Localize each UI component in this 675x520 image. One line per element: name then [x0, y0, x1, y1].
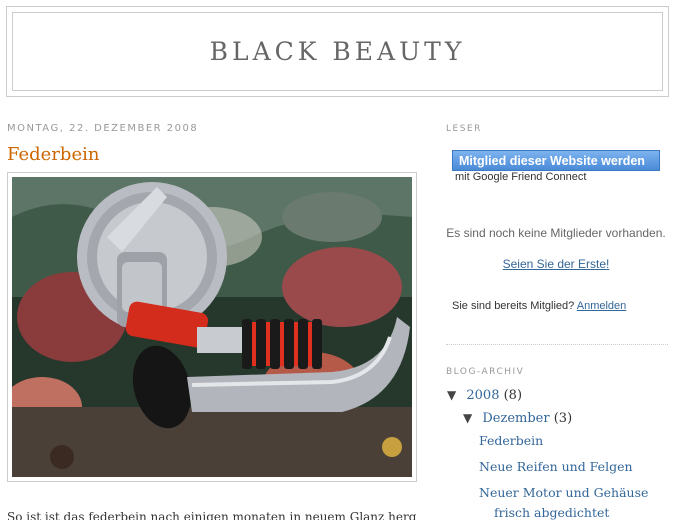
month-toggle-icon[interactable]: ▼ — [463, 411, 472, 425]
join-site-button[interactable]: Mitglied dieser Website werden — [452, 150, 660, 171]
google-friend-connect-label: mit Google Friend Connect — [455, 171, 587, 183]
archive-year-link[interactable]: 2008 — [466, 388, 499, 403]
archive-post-link[interactable]: Neuer Motor und Gehäuse — [479, 483, 648, 503]
archive-post-link-continuation[interactable]: frisch abgedichtet — [494, 503, 609, 520]
archive-month-dezember: ▼ Dezember (3) — [463, 411, 572, 426]
archive-heading: BLOG-ARCHIV — [446, 367, 525, 377]
sign-in-link[interactable]: Anmelden — [577, 300, 627, 312]
blog-title[interactable]: BLACK BEAUTY — [210, 37, 466, 66]
blog-header: BLACK BEAUTY — [6, 6, 669, 97]
archive-post-link[interactable]: Neue Reifen und Felgen — [479, 457, 633, 477]
blog-header-inner: BLACK BEAUTY — [12, 12, 663, 91]
already-member-text: Sie sind bereits Mitglied? Anmelden — [452, 300, 626, 312]
archive-month-count: (3) — [553, 411, 573, 426]
archive-month-link[interactable]: Dezember — [482, 411, 549, 426]
followers-heading: LESER — [446, 124, 482, 134]
post-title[interactable]: Federbein — [7, 144, 99, 165]
post-image-frame[interactable] — [7, 172, 417, 482]
already-member-label: Sie sind bereits Mitglied? — [452, 300, 575, 312]
post-date: MONTAG, 22. DEZEMBER 2008 — [7, 123, 199, 134]
post-body-text: So ist ist das federbein nach einigen mo… — [7, 510, 417, 520]
sidebar-divider — [446, 344, 668, 345]
archive-year-count: (8) — [503, 388, 523, 403]
archive-post-link[interactable]: Federbein — [479, 431, 543, 451]
no-members-message: Es sind noch keine Mitglieder vorhanden. — [446, 226, 666, 240]
year-toggle-icon[interactable]: ▼ — [447, 388, 456, 402]
post-image-shock-absorber[interactable] — [12, 177, 412, 477]
archive-year-2008: ▼ 2008 (8) — [447, 388, 522, 403]
be-first-link[interactable]: Seien Sie der Erste! — [446, 257, 666, 271]
